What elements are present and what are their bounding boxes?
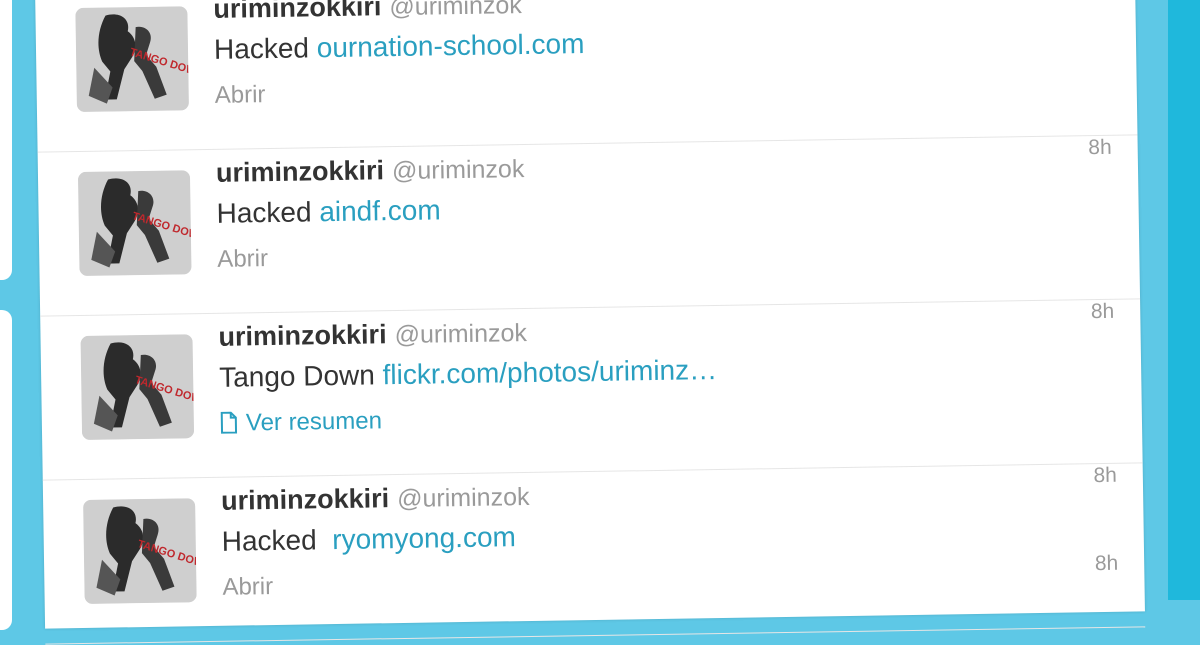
expand-action[interactable]: Abrir: [222, 573, 273, 602]
username[interactable]: uriminzokkiri @uriminzok: [221, 481, 530, 517]
tweet-item[interactable]: TANGO DOWN uriminzokkiri@uriminzok 8h Ha…: [37, 135, 1141, 317]
tweet-item[interactable]: TANGO DOWN uriminzokkiri@uriminzok 8h Ha…: [35, 0, 1138, 153]
tweet-link[interactable]: flickr.com/photos/uriminz…: [382, 354, 717, 390]
tweet-timestamp[interactable]: 8h: [1091, 300, 1115, 324]
tweet-timestamp[interactable]: 8h: [1095, 552, 1119, 576]
tweet-item[interactable]: TANGO DOWN uriminzokkiri @uriminzok 8h Ta…: [40, 299, 1143, 481]
timeline-panel: TANGO DOWN uriminzokkiri@uriminzok 8h Ha…: [35, 0, 1146, 645]
username[interactable]: uriminzokkiri @uriminzok: [218, 317, 527, 353]
tweet-text: Hacked aindf.com: [216, 194, 441, 229]
tweet-text: Hacked ournation-school.com: [213, 28, 585, 65]
tweet-text: Hacked ryomyong.com: [221, 521, 517, 557]
side-panel-top: [0, 0, 12, 280]
avatar[interactable]: TANGO DOWN: [80, 334, 195, 440]
tweet-link[interactable]: ryomyong.com: [332, 521, 516, 555]
side-panel-bottom: [0, 310, 12, 630]
expand-action[interactable]: Abrir: [215, 81, 266, 110]
document-icon: [220, 411, 238, 441]
tweet-link[interactable]: ournation-school.com: [316, 28, 584, 63]
avatar[interactable]: TANGO DOWN: [77, 170, 192, 277]
tweet-text: Tango Down flickr.com/photos/uriminz…: [218, 354, 718, 393]
tweet-item[interactable]: TANGO DOWN uriminzokkiri@uriminzok 8h Ha…: [42, 463, 1146, 645]
user-handle[interactable]: @uriminzok: [397, 483, 530, 513]
tweet-link[interactable]: aindf.com: [319, 194, 441, 227]
background-edge: [1168, 0, 1200, 600]
username[interactable]: uriminzokkiri @uriminzok: [216, 153, 525, 189]
expand-action[interactable]: Abrir: [217, 245, 268, 274]
avatar[interactable]: TANGO DOWN: [83, 498, 197, 604]
timeline-wrapper: TANGO DOWN uriminzokkiri@uriminzok 8h Ha…: [35, 0, 1146, 645]
tweet-timestamp[interactable]: 8h: [1088, 136, 1112, 160]
tweet-timestamp[interactable]: 8h: [1093, 464, 1117, 488]
username[interactable]: uriminzokkiri @uriminzok: [213, 0, 522, 25]
user-handle[interactable]: @uriminzok: [392, 155, 525, 185]
view-summary-action[interactable]: Ver resumen: [220, 407, 383, 441]
avatar[interactable]: TANGO DOWN: [75, 6, 189, 113]
user-handle[interactable]: @uriminzok: [389, 0, 522, 21]
user-handle[interactable]: @uriminzok: [394, 319, 527, 349]
